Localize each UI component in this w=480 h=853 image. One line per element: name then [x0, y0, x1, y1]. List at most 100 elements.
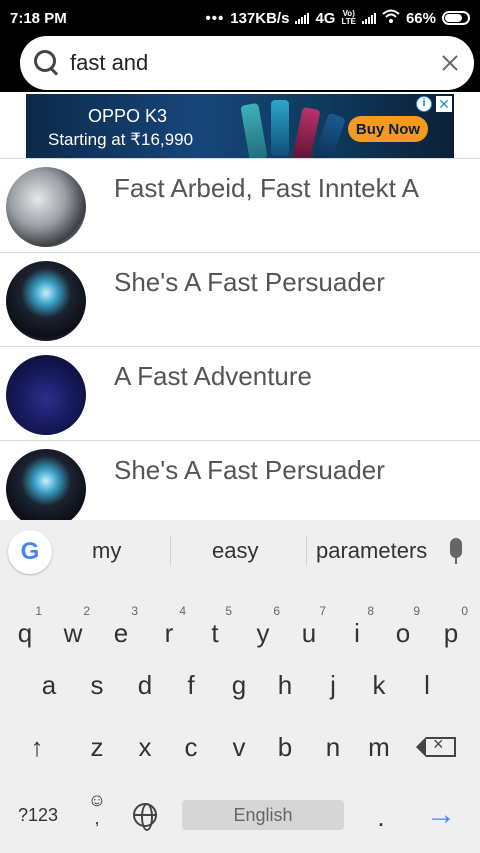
backspace-icon: [416, 734, 456, 757]
key-label: p: [443, 617, 459, 648]
emoji-icon: ☺: [87, 790, 107, 810]
key-h[interactable]: h: [262, 660, 308, 710]
ad-title: OPPO K3: [88, 106, 168, 126]
key-t[interactable]: t5: [192, 604, 238, 658]
signal-icon-2: [361, 12, 376, 24]
comma-label: ,: [94, 808, 100, 828]
google-icon[interactable]: G: [8, 530, 52, 574]
search-results-list: Fast Arbeid, Fast Inntekt A She's A Fast…: [0, 158, 480, 534]
key-label: i: [354, 617, 360, 648]
more-dots-icon: •••: [205, 9, 225, 27]
list-item[interactable]: A Fast Adventure: [0, 346, 480, 440]
status-time: 7:18 PM: [10, 9, 67, 27]
suggestion-2[interactable]: easy: [212, 538, 258, 564]
key-f[interactable]: f: [168, 660, 214, 710]
key-hint: 9: [413, 604, 420, 618]
ad-phone-2: [271, 100, 289, 156]
result-title: A Fast Adventure: [114, 361, 313, 391]
space-bar[interactable]: English: [182, 800, 344, 830]
ad-info-icon[interactable]: i: [416, 96, 432, 112]
key-m[interactable]: m: [356, 722, 402, 772]
backspace-key[interactable]: [416, 722, 464, 772]
key-v[interactable]: v: [216, 722, 262, 772]
ad-price: Starting at ₹16,990: [48, 130, 194, 149]
ad-phones-image: [231, 98, 351, 158]
battery-icon: [442, 11, 470, 25]
result-thumbnail: [6, 167, 86, 247]
key-hint: 0: [461, 604, 468, 618]
key-label: e: [113, 617, 129, 648]
suggestion-1[interactable]: my: [92, 538, 121, 564]
network-speed: 137KB/s: [230, 9, 290, 27]
key-l[interactable]: l: [404, 660, 450, 710]
result-thumbnail: [6, 449, 86, 529]
key-g[interactable]: g: [216, 660, 262, 710]
suggestion-divider: [170, 536, 171, 566]
ad-banner[interactable]: OPPO K3 Starting at ₹16,990 Buy Now i ✕: [26, 94, 454, 158]
ad-close-icon[interactable]: ✕: [436, 96, 452, 112]
enter-key[interactable]: →: [418, 790, 464, 840]
key-q[interactable]: q1: [2, 604, 48, 658]
key-i[interactable]: i8: [334, 604, 380, 658]
key-z[interactable]: z: [74, 722, 120, 772]
key-p[interactable]: p0: [428, 604, 474, 658]
period-key[interactable]: .: [358, 792, 404, 842]
key-hint: 6: [273, 604, 280, 618]
key-s[interactable]: s: [74, 660, 120, 710]
key-label: r: [164, 617, 174, 648]
key-k[interactable]: k: [356, 660, 402, 710]
status-indicators: ••• 137KB/s 4G Vo) LTE 66%: [205, 9, 470, 27]
key-hint: 8: [367, 604, 374, 618]
key-b[interactable]: b: [262, 722, 308, 772]
buy-now-button[interactable]: Buy Now: [348, 116, 428, 142]
signal-icon: [295, 12, 310, 24]
key-label: q: [17, 617, 33, 648]
volte-icon: Vo) LTE: [341, 9, 356, 26]
key-d[interactable]: d: [122, 660, 168, 710]
key-label: t: [211, 617, 219, 648]
key-label: w: [63, 617, 83, 648]
search-header: [0, 36, 480, 92]
key-w[interactable]: w2: [50, 604, 96, 658]
key-c[interactable]: c: [168, 722, 214, 772]
key-y[interactable]: y6: [240, 604, 286, 658]
key-hint: 5: [225, 604, 232, 618]
emoji-key[interactable]: ☺ ,: [74, 784, 120, 834]
key-hint: 2: [83, 604, 90, 618]
search-box[interactable]: [20, 36, 474, 90]
close-icon[interactable]: [438, 51, 462, 75]
result-title: She's A Fast Persuader: [114, 455, 385, 485]
key-a[interactable]: a: [26, 660, 72, 710]
language-key[interactable]: [122, 790, 168, 840]
key-o[interactable]: o9: [380, 604, 426, 658]
search-icon[interactable]: [32, 48, 62, 78]
key-n[interactable]: n: [310, 722, 356, 772]
soft-keyboard: G my easy parameters q1 w2 e3 r4 t5 y6 u…: [0, 520, 480, 853]
suggestion-divider: [306, 536, 307, 566]
globe-icon: [133, 803, 157, 831]
key-label: o: [395, 617, 411, 648]
list-item[interactable]: Fast Arbeid, Fast Inntekt A: [0, 158, 480, 252]
key-label: u: [301, 617, 317, 648]
key-u[interactable]: u7: [286, 604, 332, 658]
key-hint: 1: [35, 604, 42, 618]
key-label: y: [256, 617, 270, 648]
key-x[interactable]: x: [122, 722, 168, 772]
shift-key[interactable]: ↑: [14, 722, 60, 772]
network-type: 4G: [315, 9, 336, 27]
key-e[interactable]: e3: [98, 604, 144, 658]
list-item[interactable]: She's A Fast Persuader: [0, 252, 480, 346]
result-title: Fast Arbeid, Fast Inntekt A: [114, 173, 419, 203]
key-j[interactable]: j: [310, 660, 356, 710]
result-title: She's A Fast Persuader: [114, 267, 385, 297]
suggestion-3[interactable]: parameters: [316, 538, 427, 564]
key-hint: 4: [179, 604, 186, 618]
result-thumbnail: [6, 261, 86, 341]
wifi-icon: [382, 9, 400, 27]
mic-icon[interactable]: [450, 538, 462, 564]
symbols-key[interactable]: ?123: [10, 790, 66, 840]
status-bar: 7:18 PM ••• 137KB/s 4G Vo) LTE 66%: [0, 0, 480, 36]
key-r[interactable]: r4: [146, 604, 192, 658]
search-input[interactable]: [62, 50, 438, 76]
suggestion-bar: G my easy parameters: [0, 520, 480, 584]
